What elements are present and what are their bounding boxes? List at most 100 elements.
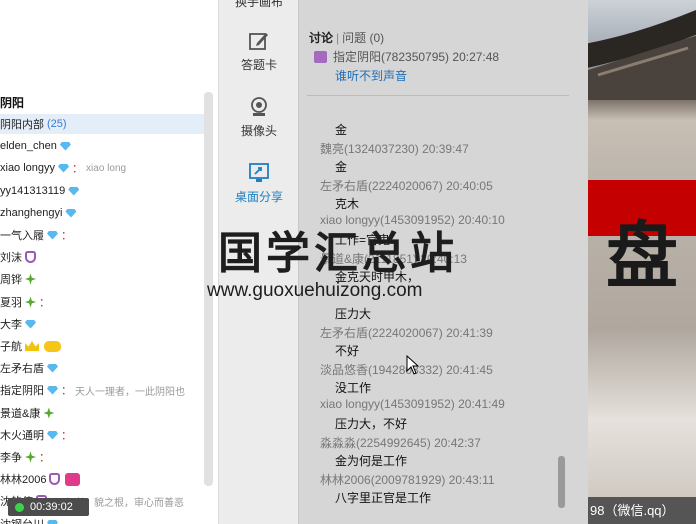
chat-tabs: 讨论 | 问题 (0) [309,29,384,46]
tab-question-label: 问题 [342,31,367,45]
member-signature: 天人一理者，一此阴阳也 [75,386,185,398]
chat-message-body: 金为何是工作 [335,454,408,468]
session-timer: 00:39:02 [8,498,89,516]
watermark-title: 国学汇总站 [218,228,458,279]
member-colon: ： [72,163,84,175]
member-name: 李争 [0,452,22,464]
chat-message-header: 淼淼淼(2254992645) 20:42:37 [320,436,481,450]
tool-camera-label: 摄像头 [240,124,277,138]
chat-message-header: 左矛右盾(2224020067) 20:41:39 [320,326,493,340]
chat-message-body: 压力大 [335,307,372,321]
watermark-url: www.guoxuehuizong.com [207,280,423,301]
roof-image [588,10,696,100]
chat-message-header: 魏亮(1324037230) 20:39:47 [320,142,469,156]
tool-answer-card[interactable]: 答题卡 [219,30,299,73]
clover-badge-icon [43,407,55,419]
member-name: xiao longyy [0,162,56,174]
chat-message-header: xiao longyy(1453091952) 20:41:49 [320,397,505,411]
diamond-badge-icon [58,163,70,173]
diamond-badge-icon [59,141,71,151]
notice-sender: 指定阴阳(782350795) 20:27:48 [333,50,500,64]
tab-discuss[interactable]: 讨论 [309,31,333,45]
member-name: 子航 [0,341,22,353]
member-colon: ： [61,230,72,242]
member-name: 刘沫 [0,252,22,264]
chat-scrollbar[interactable] [558,456,565,508]
diamond-badge-icon [47,430,58,440]
timer-value: 00:39:02 [30,501,73,513]
edit-icon [249,33,268,50]
diamond-badge-icon [47,363,58,373]
tab-question-count: (0) [369,31,385,45]
member-row[interactable]: 左矛右盾 [0,358,60,378]
chat-message-body: 克木 [335,197,360,211]
member-signature: xiao long [86,162,127,174]
tab-separator: | [336,31,340,45]
member-row[interactable]: 阴阳内部 (25) [0,114,205,134]
clover-badge-icon [25,451,36,463]
tool-canvas-label[interactable]: 换手画布 [219,0,299,10]
wechat-caption: 98（微信.qq） [588,497,696,524]
member-row[interactable]: 一气入履 ： [0,225,72,245]
member-row[interactable]: 大李 [0,314,38,334]
member-name: 阴阳内部 [0,119,44,131]
member-name: 周铧 [0,274,22,286]
member-name: 左矛右盾 [0,363,44,375]
member-name: 夏羽 [0,297,22,309]
crown-badge-icon [25,341,39,351]
member-row[interactable]: yy141313119 [0,181,81,201]
chat-divider [307,95,569,96]
member-row[interactable]: zhanghengyi [0,203,78,223]
member-count: (25) [47,118,67,130]
member-row[interactable]: 木火通明 ： [0,425,72,445]
member-name: 指定阴阳 [0,385,44,397]
gift-icon [314,50,327,63]
live-indicator-icon [15,502,24,512]
clover-badge-icon [25,273,36,285]
member-row[interactable]: elden_chen [0,136,73,156]
tool-answer-card-label: 答题卡 [240,58,277,72]
member-list-panel: 阴阳 阴阳内部 (25) elden_chen xiao longyy： xiao lo… [0,0,218,524]
member-name: zhanghengyi [0,207,63,219]
mouse-cursor-icon [406,355,420,375]
member-name: elden_chen [0,140,57,152]
member-name: 木火通明 [0,430,44,442]
chat-message-header: 林林2006(2009781929) 20:43:11 [320,473,495,487]
chat-message-body: 不好 [335,344,360,358]
tab-question[interactable]: 问题 (0) [342,31,384,45]
tool-screen-share[interactable]: 桌面分享 [219,162,299,205]
chat-message-body: 金 [335,160,348,174]
member-name: 沈钢台川 [0,516,44,524]
member-row[interactable]: 李争 ： [0,447,50,467]
member-row[interactable]: 林林2006 [0,469,81,489]
member-name: 大李 [0,319,22,331]
member-colon: ： [39,452,50,464]
chat-message-body: 没工作 [335,381,372,395]
member-row[interactable]: 景道&康 [0,403,56,423]
pinned-notice: 指定阴阳(782350795) 20:27:48 [314,48,499,65]
tool-camera[interactable]: 摄像头 [219,96,299,139]
heart-badge-icon [65,472,81,486]
member-row[interactable]: 夏羽 ： [0,292,50,312]
member-row[interactable]: 周铧 [0,269,38,289]
banner-glyph: 盘 [605,213,678,298]
camera-icon [251,97,267,116]
gamepad-badge-icon [44,340,61,352]
diamond-badge-icon [47,519,58,524]
chat-message-header: 左矛右盾(2224020067) 20:40:05 [320,179,493,193]
member-colon: ： [61,385,72,397]
member-colon: ： [61,430,72,442]
member-name: 林林2006 [0,474,47,486]
member-name: 一气入履 [0,230,44,242]
group-title: 阴阳 [0,96,25,110]
member-name: 景道&康 [0,408,41,420]
notice-link[interactable]: 谁听不到声音 [335,67,407,84]
shared-screen-view: 盘 98（微信.qq） [588,0,696,524]
diamond-badge-icon [47,385,58,395]
member-row[interactable]: xiao longyy ： xiao long [0,158,126,178]
member-row[interactable]: 指定阴阳 ：天人一理者，一此阴阳也 [0,380,185,400]
member-colon: ： [39,297,50,309]
member-row[interactable]: 刘沫 [0,247,38,267]
member-row[interactable]: 子航 [0,336,61,356]
shield-badge-icon [49,473,61,485]
